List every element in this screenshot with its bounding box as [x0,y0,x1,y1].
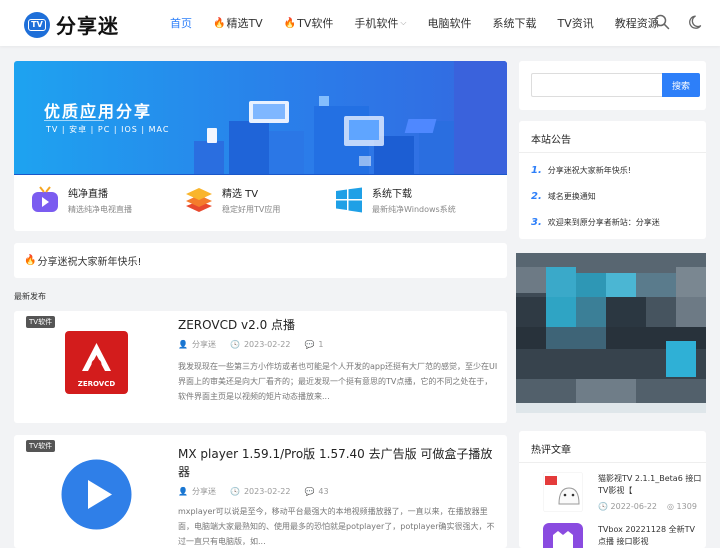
quick-link-featured-tv[interactable]: 精选 TV 稳定好用TV应用 [184,185,280,215]
chevron-down-icon: ⌵ [400,18,407,27]
post-title[interactable]: MX player 1.59.1/Pro版 1.57.40 去广告版 可做盒子播… [178,445,498,481]
nav-item-system-download[interactable]: 系统下载 [492,15,536,31]
search-button[interactable]: 搜索 [662,73,700,97]
clock-icon: 🕓 [598,502,611,511]
hot-articles-widget: 热评文章 猫影视TV 2.1.1_Beta6 接口TV影视【 🕓 2022-06… [519,431,706,548]
logo-text: 分享迷 [56,14,119,38]
hero-banner[interactable]: 优质应用分享 TV | 安卓 | PC | IOS | MAC [14,61,507,175]
announcement-item[interactable]: 2. 域名更换通知 [531,191,596,202]
search-widget: 搜索 [519,61,706,110]
post-meta: 👤 分享迷 🕓 2023-02-22 💬 43 [178,487,329,496]
search-icon[interactable] [653,13,671,31]
hot-article-title: 猫影视TV 2.1.1_Beta6 接口TV影视【 [598,474,702,495]
section-label-latest: 最新发布 [14,292,46,301]
tv-live-icon [32,186,58,212]
moon-icon[interactable] [688,13,706,31]
post-category-tag[interactable]: TV软件 [26,316,56,328]
quick-link-live[interactable]: 纯净直播 精选纯净电视直播 [30,185,132,215]
pixelated-ad-image [516,253,706,413]
post-thumbnail[interactable]: ZEROVCD [65,331,128,394]
hot-article-thumbnail [543,523,583,548]
hot-article-thumbnail [543,472,583,512]
pixelated-ad-image[interactable] [516,253,706,413]
eye-icon: ◎ [667,502,677,511]
site-header: TV 分享迷 首页 🔥 精选TV 🔥 TV软件 手机软件 ⌵ 电脑软件 系统下载 TV… [0,0,720,46]
banner-subtitle: TV | 安卓 | PC | IOS | MAC [46,125,170,134]
post-category-tag[interactable]: TV软件 [26,440,56,452]
comment-icon: 💬 [304,487,315,496]
hot-article-item[interactable]: TVbox 20221128 全新TV点播 接口影视 [531,523,701,548]
banner-divider [44,120,104,121]
nav-item-home[interactable]: 首页 [170,15,192,31]
post-title[interactable]: ZEROVCD v2.0 点播 [178,316,498,334]
nav-item-tv-software[interactable]: 🔥 TV软件 [284,15,334,31]
nav-item-featured-tv[interactable]: 🔥 精选TV [213,15,263,31]
quick-links: 纯净直播 精选纯净电视直播 精选 TV 稳定好用TV应用 系统下载 最新纯净Wi… [14,175,507,231]
post-card[interactable]: TV软件 ZEROVCD ZEROVCD v2.0 点播 👤 分享迷 🕓 2023-… [14,311,507,423]
post-card[interactable]: TV软件 MX player 1.59.1/Pro版 1.57.40 去广告版 … [14,435,507,548]
user-icon: 👤 [178,487,188,496]
banner-title: 优质应用分享 [44,102,153,121]
nav-item-mobile-software[interactable]: 手机软件 ⌵ [354,15,406,31]
user-icon: 👤 [178,340,188,349]
nav-item-tv-news[interactable]: TV资讯 [557,15,593,31]
post-excerpt: 我发现现在一些第三方小作坊或者也可能是个人开发的app还挺有大厂范的感觉，至少在… [178,362,498,401]
hot-article-item[interactable]: 猫影视TV 2.1.1_Beta6 接口TV影视【 🕓 2022-06-22 ◎… [531,472,701,522]
comment-icon: 💬 [304,340,315,349]
search-input[interactable] [531,73,662,97]
logo-badge-icon: TV [24,11,50,38]
layers-icon [186,188,212,212]
widget-title: 本站公告 [531,135,571,146]
thumbnail-brand-text: ZEROVCD [78,380,116,388]
divider [519,152,706,153]
clock-icon: 🕓 [229,487,240,496]
divider [519,462,706,463]
post-thumbnail[interactable] [61,459,132,530]
site-logo[interactable]: TV 分享迷 [24,10,119,39]
clock-icon: 🕓 [229,340,240,349]
hot-article-title: TVbox 20221128 全新TV点播 接口影视 [598,525,695,546]
quick-link-system-download[interactable]: 系统下载 最新纯净Windows系统 [334,185,456,215]
widget-title: 热评文章 [531,445,571,456]
hot-article-meta: 🕓 2022-06-22 ◎ 1309 [598,502,697,511]
announcement-widget: 本站公告 1. 分享迷祝大家新年快乐! 2. 域名更换通知 3. 欢迎来到原分享… [519,121,706,239]
fire-icon: 🔥 [213,17,226,29]
post-meta: 👤 分享迷 🕓 2023-02-22 💬 1 [178,340,324,349]
post-excerpt: mxplayer可以说是至今，移动平台最强大的本地视频播放器了，一直以来，在播放… [178,507,495,546]
fire-icon: 🔥 [24,255,37,266]
announcement-item[interactable]: 1. 分享迷祝大家新年快乐! [531,165,631,176]
fire-icon: 🔥 [283,17,297,29]
windows-icon [336,187,362,213]
announcement-item[interactable]: 3. 欢迎来到原分享者新站：分享迷 [531,217,660,228]
nav-item-pc-software[interactable]: 电脑软件 [427,15,471,31]
main-nav: 首页 🔥 精选TV 🔥 TV软件 手机软件 ⌵ 电脑软件 系统下载 TV资讯 教程资源 [170,0,680,46]
notice-bar[interactable]: 🔥 分享迷祝大家新年快乐! [14,243,507,278]
